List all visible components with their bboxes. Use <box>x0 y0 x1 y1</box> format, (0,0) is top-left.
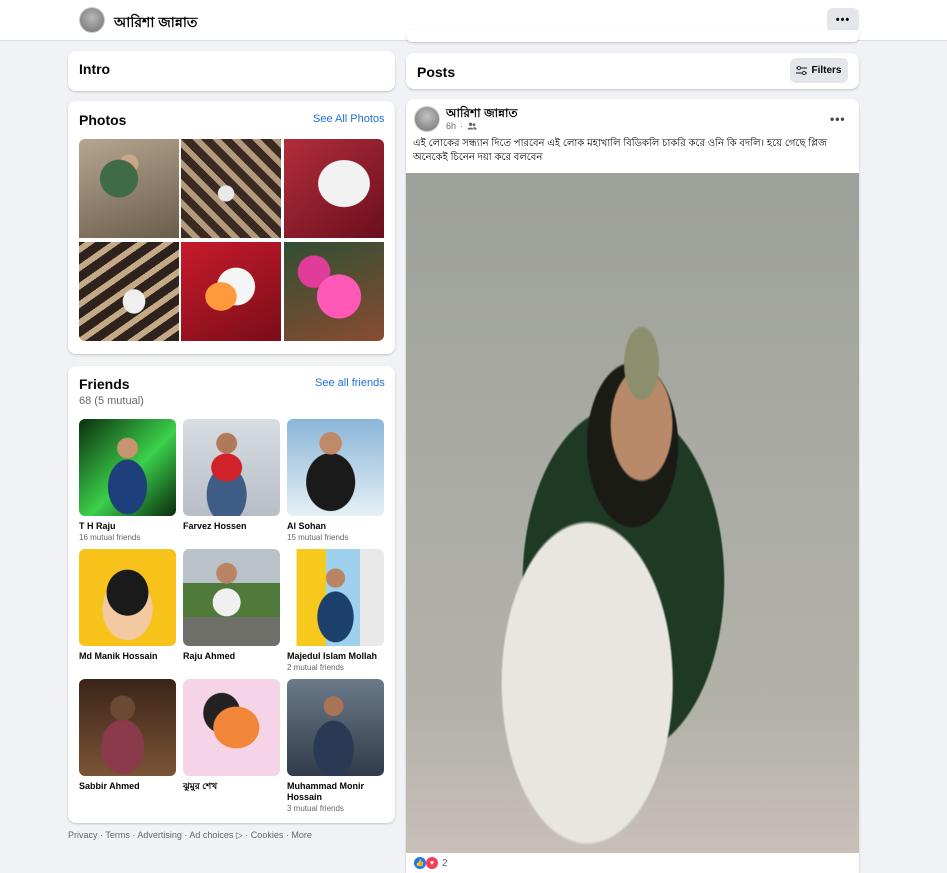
friend-name[interactable]: Raju Ahmed <box>183 651 280 662</box>
friend-card[interactable]: ঝুমুর শেখ <box>183 679 280 793</box>
friend-mutual: 2 mutual friends <box>287 663 344 672</box>
post-author-avatar[interactable] <box>414 106 440 132</box>
photo-thumbnail[interactable] <box>284 242 384 341</box>
friend-name[interactable]: Md Manik Hossain <box>79 651 176 662</box>
friend-photo[interactable] <box>287 679 384 776</box>
friend-mutual: 16 mutual friends <box>79 533 141 542</box>
filters-button[interactable]: Filters <box>790 58 848 83</box>
post-image[interactable] <box>406 173 859 853</box>
profile-name[interactable]: আরিশা জান্নাত <box>114 11 197 35</box>
post-meta: 6h · <box>446 121 477 131</box>
post-time[interactable]: 6h <box>446 121 456 131</box>
friend-name[interactable]: Sabbir Ahmed <box>79 781 176 792</box>
friend-name[interactable]: Al Sohan <box>287 521 384 532</box>
photo-thumbnail[interactable] <box>79 242 179 341</box>
friend-name[interactable]: T H Raju <box>79 521 176 532</box>
photos-title: Photos <box>79 112 127 128</box>
intro-title: Intro <box>79 61 111 77</box>
friend-name[interactable]: Muhammad Monir Hossain <box>287 781 384 803</box>
friend-photo[interactable] <box>287 419 384 516</box>
friends-card: Friends 68 (5 mutual) See all friends T … <box>68 366 395 823</box>
filters-icon <box>796 66 808 75</box>
friend-card[interactable]: Al Sohan 15 mutual friends <box>287 419 384 543</box>
see-all-friends-link[interactable]: See all friends <box>315 377 385 389</box>
friend-photo[interactable] <box>183 419 280 516</box>
friend-card[interactable]: Majedul Islam Mollah 2 mutual friends <box>287 549 384 673</box>
see-all-photos-link[interactable]: See All Photos <box>313 113 385 125</box>
friend-card[interactable]: Muhammad Monir Hossain 3 mutual friends <box>287 679 384 814</box>
photo-thumbnail[interactable] <box>181 242 281 341</box>
friend-card[interactable]: Sabbir Ahmed <box>79 679 176 793</box>
friends-count: 68 (5 mutual) <box>79 395 144 407</box>
friend-card[interactable]: Farvez Hossen <box>183 419 280 533</box>
reaction-count: 2 <box>442 857 448 869</box>
friend-photo[interactable] <box>183 549 280 646</box>
friend-photo[interactable] <box>79 549 176 646</box>
friend-photo[interactable] <box>79 419 176 516</box>
footer-links[interactable]: Privacy · Terms · Advertising · Ad choic… <box>68 830 312 841</box>
friends-icon[interactable] <box>467 122 477 130</box>
profile-avatar[interactable] <box>79 7 105 33</box>
friends-title: Friends <box>79 376 130 392</box>
photo-thumbnail[interactable] <box>284 139 384 238</box>
dot-separator: · <box>460 121 464 131</box>
friend-card[interactable]: T H Raju 16 mutual friends <box>79 419 176 543</box>
reactions-summary[interactable]: 👍 ♥ 2 <box>414 857 448 869</box>
intro-card: Intro <box>68 51 395 91</box>
friend-card[interactable]: Raju Ahmed <box>183 549 280 663</box>
love-icon: ♥ <box>426 857 438 869</box>
posts-title: Posts <box>417 64 456 80</box>
friend-mutual: 3 mutual friends <box>287 804 344 813</box>
friend-name[interactable]: Majedul Islam Mollah <box>287 651 384 662</box>
friend-mutual: 15 mutual friends <box>287 533 349 542</box>
friend-photo[interactable] <box>183 679 280 776</box>
friend-photo[interactable] <box>79 679 176 776</box>
friend-photo[interactable] <box>287 549 384 646</box>
more-options-button[interactable]: ••• <box>827 8 859 32</box>
post-text: এই লোকের সন্ধ্যান দিতে পারবেন এই লোক মহা… <box>413 138 827 163</box>
friend-name[interactable]: Farvez Hossen <box>183 521 280 532</box>
composer-card-edge <box>406 30 859 42</box>
photo-thumbnail[interactable] <box>181 139 281 238</box>
filters-label: Filters <box>811 65 842 76</box>
photos-card: Photos See All Photos <box>68 101 395 354</box>
like-icon: 👍 <box>414 857 426 869</box>
post-more-icon[interactable]: ••• <box>830 112 846 126</box>
photo-thumbnail[interactable] <box>79 139 179 238</box>
more-icon: ••• <box>835 14 851 26</box>
friend-name[interactable]: ঝুমুর শেখ <box>183 781 280 792</box>
friend-card[interactable]: Md Manik Hossain <box>79 549 176 663</box>
